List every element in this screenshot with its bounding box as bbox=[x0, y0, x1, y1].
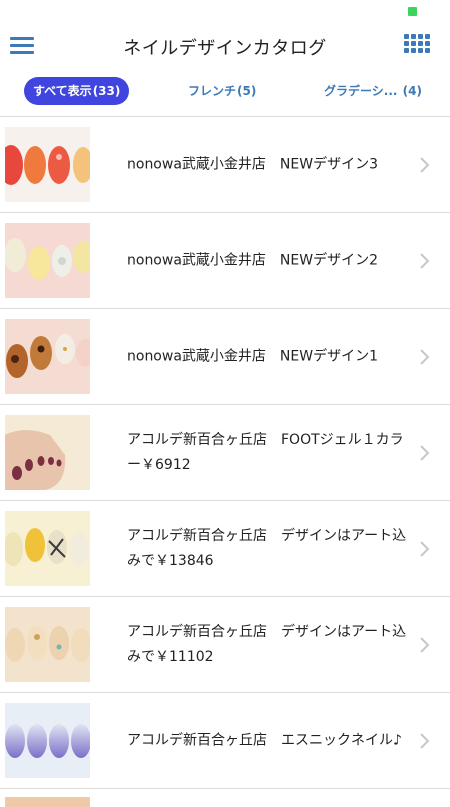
nail-design-thumbnail bbox=[5, 223, 90, 298]
list-item[interactable]: アコルデ新百合ヶ丘店 FOOTジェル１カラー￥6912 bbox=[0, 404, 450, 500]
tab-label: グラデーシ... bbox=[324, 84, 398, 98]
tab-all[interactable]: すべて表示(33) bbox=[24, 77, 130, 105]
grid-view-icon[interactable] bbox=[404, 34, 430, 53]
chevron-right-icon bbox=[420, 156, 429, 173]
list-item[interactable]: nonowa武蔵小金井店 NEWデザイン1 bbox=[0, 308, 450, 404]
item-title: アコルデ新百合ヶ丘店 デザインはアート込みで￥11102 bbox=[127, 623, 407, 665]
tab-french[interactable]: フレンチ(5) bbox=[188, 77, 256, 105]
nail-design-thumbnail bbox=[5, 511, 90, 586]
item-title: nonowa武蔵小金井店 NEWデザイン3 bbox=[127, 156, 378, 172]
chevron-right-icon bbox=[420, 732, 429, 749]
nail-design-thumbnail bbox=[5, 415, 90, 490]
list-item[interactable]: アコルデ新百合ヶ丘店 デザインはアート込みで￥13846 bbox=[0, 500, 450, 596]
app-header: ネイルデザインカタログ bbox=[0, 24, 450, 68]
battery-indicator bbox=[408, 7, 417, 16]
tab-count: (4) bbox=[402, 84, 422, 98]
category-tabs: すべて表示(33) フレンチ(5) グラデーシ... (4) bbox=[0, 68, 450, 116]
page-title: ネイルデザインカタログ bbox=[123, 38, 327, 59]
tab-count: (5) bbox=[237, 84, 257, 98]
list-item[interactable]: アコルデ新百合ヶ丘店 エスニックネイル♪ bbox=[0, 692, 450, 788]
nail-design-thumbnail bbox=[5, 319, 90, 394]
list-item[interactable]: nonowa武蔵小金井店 NEWデザイン2 bbox=[0, 212, 450, 308]
chevron-right-icon bbox=[420, 348, 429, 365]
tab-label: すべて表示 bbox=[33, 84, 92, 98]
tab-label: フレンチ bbox=[188, 84, 237, 98]
list-item[interactable] bbox=[0, 788, 450, 807]
item-title: nonowa武蔵小金井店 NEWデザイン1 bbox=[127, 348, 378, 364]
tab-count: (33) bbox=[92, 84, 121, 98]
item-title: アコルデ新百合ヶ丘店 デザインはアート込みで￥13846 bbox=[127, 527, 407, 569]
status-bar bbox=[0, 0, 450, 24]
chevron-right-icon bbox=[420, 252, 429, 269]
nail-design-thumbnail bbox=[5, 127, 90, 202]
chevron-right-icon bbox=[420, 636, 429, 653]
item-title: アコルデ新百合ヶ丘店 FOOTジェル１カラー￥6912 bbox=[127, 431, 404, 473]
list-item[interactable]: アコルデ新百合ヶ丘店 デザインはアート込みで￥11102 bbox=[0, 596, 450, 692]
chevron-right-icon bbox=[420, 540, 429, 557]
tab-gradation[interactable]: グラデーシ... (4) bbox=[324, 77, 422, 105]
design-list: nonowa武蔵小金井店 NEWデザイン3 nonowa武蔵小金井店 NEWデザ… bbox=[0, 116, 450, 788]
list-item[interactable]: nonowa武蔵小金井店 NEWデザイン3 bbox=[0, 116, 450, 212]
chevron-right-icon bbox=[420, 444, 429, 461]
nail-design-thumbnail bbox=[5, 797, 90, 807]
nail-design-thumbnail bbox=[5, 607, 90, 682]
item-title: nonowa武蔵小金井店 NEWデザイン2 bbox=[127, 252, 378, 268]
item-title: アコルデ新百合ヶ丘店 エスニックネイル♪ bbox=[127, 732, 402, 748]
nail-design-thumbnail bbox=[5, 703, 90, 778]
